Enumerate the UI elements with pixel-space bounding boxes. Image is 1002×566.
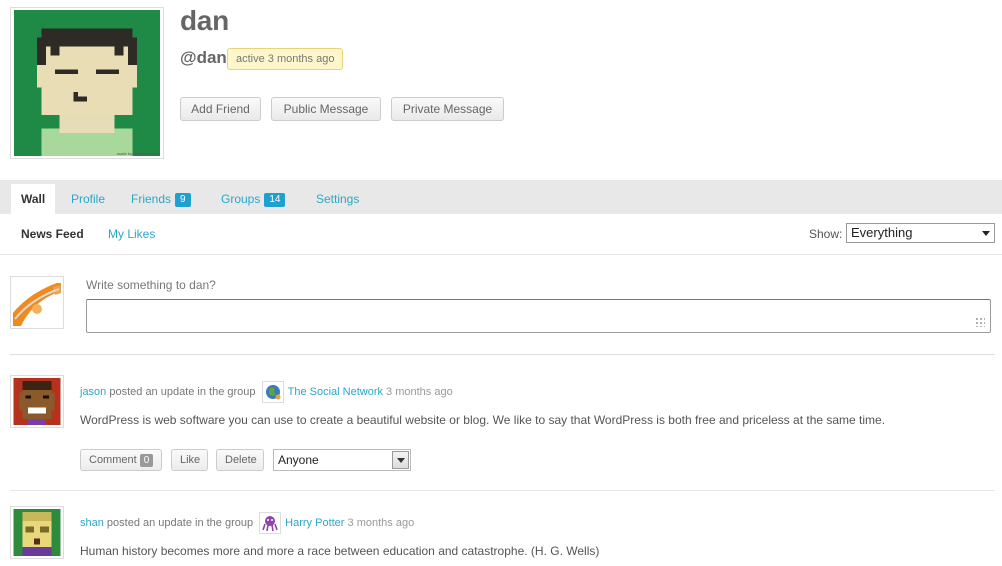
chevron-down-icon [982,231,990,236]
private-message-button[interactable]: Private Message [391,97,504,121]
profile-handle: @dan [180,48,227,67]
like-button[interactable]: Like [171,449,208,471]
privacy-select[interactable]: Anyone [273,449,411,471]
activity-header: shan posted an update in the group Harry… [80,512,414,534]
activity-user-link[interactable]: jason [80,386,106,398]
tab-wall[interactable]: Wall [11,184,56,214]
add-friend-button[interactable]: Add Friend [180,97,261,121]
profile-avatar[interactable]: made by Mattias G.com [10,7,164,159]
default-avatar-image [13,279,61,326]
friends-count-badge: 9 [175,193,191,207]
subnav-my-likes[interactable]: My Likes [108,227,155,241]
activity-user-link[interactable]: shan [80,517,104,529]
tab-friends[interactable]: Friends 9 [121,184,201,214]
chevron-down-icon [397,458,405,463]
tab-settings[interactable]: Settings [306,184,369,214]
divider [0,254,1002,255]
tab-groups[interactable]: Groups 14 [211,184,295,214]
show-filter-label: Show: [809,227,843,241]
activity-group-link[interactable]: Harry Potter [285,517,344,529]
activity-badge: active 3 months ago [227,48,344,70]
tab-label: Groups [221,192,261,206]
show-filter-select[interactable]: Everything [846,223,995,243]
groups-count-badge: 14 [264,193,286,207]
avatar-credit: made by Mattias G.com [116,151,159,156]
tab-label: Profile [71,192,106,206]
profile-tab-bar: Wall Profile Friends 9 Groups 14 Settings [0,180,1002,214]
activity-timestamp[interactable]: 3 months ago [386,386,453,398]
comment-button[interactable]: Comment 0 [80,449,162,471]
octopus-icon [262,516,278,532]
tab-label: Friends [131,192,172,206]
activity-action-text: posted an update in the group [109,385,256,398]
show-filter-value: Everything [851,225,913,240]
globe-icon [265,385,281,400]
activity-content: Human history becomes more and more a ra… [80,544,600,558]
tab-profile[interactable]: Profile [61,184,115,214]
tab-label: Wall [21,192,46,206]
activity-action-text: posted an update in the group [106,516,254,529]
divider [10,354,995,355]
subnav-news-feed[interactable]: News Feed [21,227,84,241]
current-user-avatar[interactable] [10,276,64,329]
activity-avatar-jason[interactable] [10,375,64,428]
tab-label: Settings [316,192,360,206]
comment-label: Comment [89,454,137,466]
comment-count-badge: 0 [139,454,154,467]
delete-button[interactable]: Delete [216,449,264,471]
group-avatar-icon[interactable] [259,512,282,534]
status-update-textarea[interactable] [86,299,991,333]
profile-name: dan [180,5,229,36]
resize-grip-icon[interactable] [975,317,985,327]
activity-timestamp[interactable]: 3 months ago [348,517,415,529]
pixel-avatar-image [13,509,61,556]
group-avatar-icon[interactable] [261,381,284,403]
activity-content: WordPress is web software you can use to… [80,413,886,427]
activity-header: jason posted an update in the group The … [80,381,453,403]
divider [10,490,995,491]
activity-avatar-shan[interactable] [10,506,64,559]
post-form-prompt: Write something to dan? [86,278,216,292]
activity-group-link[interactable]: The Social Network [288,386,383,398]
pixel-face-avatar-image [14,10,160,156]
dropdown-toggle[interactable] [392,451,409,469]
public-message-button[interactable]: Public Message [271,97,381,121]
pixel-avatar-image [13,378,61,425]
privacy-value: Anyone [278,453,319,467]
